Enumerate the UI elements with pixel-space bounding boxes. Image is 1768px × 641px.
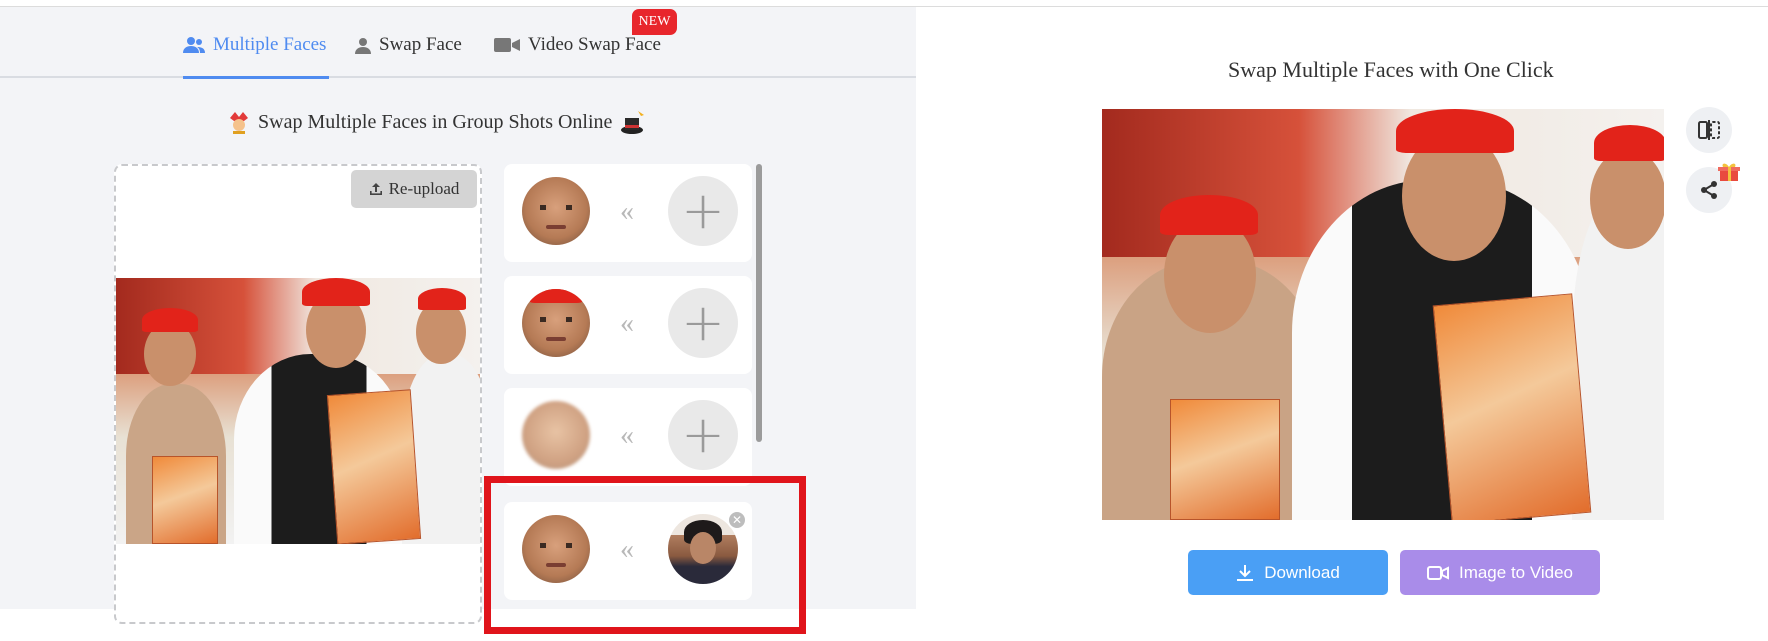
tab-label: Multiple Faces <box>213 34 327 55</box>
face-list-scrollbar[interactable] <box>756 164 762 442</box>
section-heading: Swap Multiple Faces in Group Shots Onlin… <box>228 109 646 135</box>
heading-text: Swap Multiple Faces in Group Shots Onlin… <box>258 110 613 133</box>
compare-icon <box>1698 120 1720 140</box>
new-badge: NEW <box>632 9 677 35</box>
add-face-button[interactable]: + <box>668 400 738 470</box>
arrow-left-icon: « <box>620 196 634 227</box>
result-photo <box>1102 109 1664 520</box>
image-to-video-label: Image to Video <box>1458 562 1574 582</box>
compare-button[interactable] <box>1686 107 1732 153</box>
tab-video-swap-face[interactable]: Video Swap Face <box>494 34 661 56</box>
jester-icon <box>230 112 248 134</box>
reupload-label: Re-upload <box>388 179 460 198</box>
face-row: « + <box>504 164 752 262</box>
detected-face <box>522 401 590 469</box>
tab-swap-face[interactable]: Swap Face <box>355 34 462 56</box>
download-button[interactable]: Download <box>1188 550 1388 595</box>
detected-face <box>522 289 590 357</box>
reupload-button[interactable]: Re-upload <box>351 170 477 208</box>
video-icon <box>1426 565 1449 580</box>
upload-icon <box>369 183 382 195</box>
face-row: « + <box>504 388 752 486</box>
users-icon <box>183 37 205 53</box>
image-to-video-button[interactable]: Image to Video <box>1400 550 1600 595</box>
add-face-button[interactable]: + <box>668 176 738 246</box>
tab-label: Video Swap Face <box>528 34 661 55</box>
result-title: Swap Multiple Faces with One Click <box>1228 57 1554 82</box>
add-face-button[interactable]: + <box>668 288 738 358</box>
highlight-annotation <box>484 476 806 634</box>
detected-face <box>522 177 590 245</box>
tab-multiple-faces[interactable]: Multiple Faces <box>183 34 326 56</box>
user-icon <box>355 37 371 54</box>
download-label: Download <box>1264 562 1340 582</box>
upload-dropzone[interactable]: Re-upload <box>114 164 482 624</box>
uploaded-group-photo <box>116 278 480 544</box>
share-icon <box>1701 181 1717 199</box>
video-camera-icon <box>494 38 520 52</box>
gift-icon <box>1718 163 1740 181</box>
magic-hat-icon <box>621 111 645 134</box>
active-tab-indicator <box>183 76 329 79</box>
download-icon <box>1237 564 1254 581</box>
tab-label: Swap Face <box>379 34 462 55</box>
mode-tabs: Multiple Faces Swap Face Video Swap Face… <box>0 7 916 79</box>
face-row: « + <box>504 276 752 374</box>
arrow-left-icon: « <box>620 420 634 451</box>
arrow-left-icon: « <box>620 308 634 339</box>
